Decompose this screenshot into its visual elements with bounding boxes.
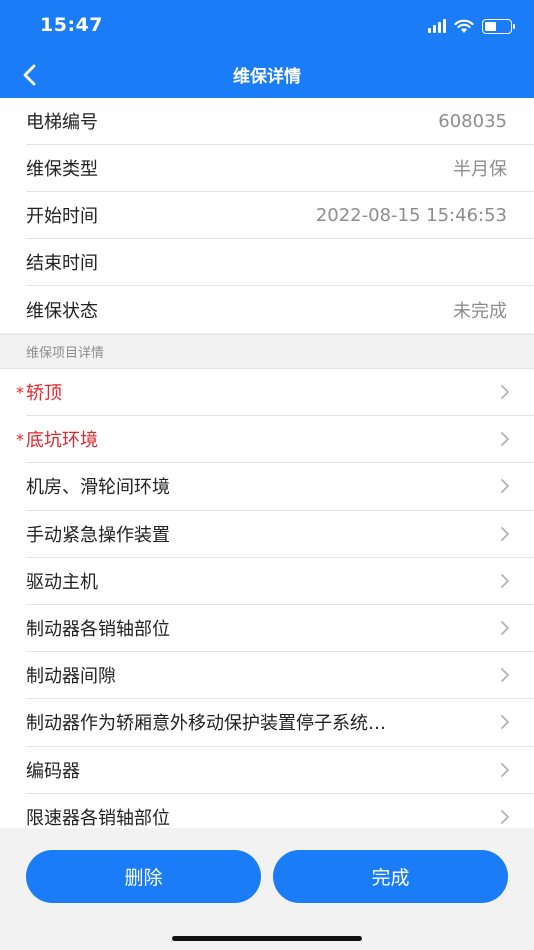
status-icons (428, 15, 515, 37)
chevron-right-icon (501, 809, 509, 824)
chevron-right-icon (501, 762, 509, 777)
section-title: 维保项目详情 (26, 346, 105, 361)
maintenance-item-label: 制动器各销轴部位 (26, 619, 170, 641)
info-label: 结束时间 (26, 253, 98, 274)
maintenance-item[interactable]: * 轿顶 (16, 369, 534, 417)
info-row-elevator-number: 电梯编号 608035 (26, 98, 534, 145)
info-row-start-time: 开始时间 2022-08-15 15:46:53 (26, 192, 534, 239)
chevron-right-icon (501, 479, 509, 494)
section-header: 维保项目详情 (0, 334, 534, 369)
maintenance-item[interactable]: 编码器 (26, 747, 534, 794)
maintenance-item[interactable]: 制动器作为轿厢意外移动保护装置停子系统… (26, 699, 534, 747)
maintenance-item-label: 限速器各销轴部位 (26, 807, 170, 828)
chevron-right-icon (501, 621, 509, 635)
info-row-maintenance-type: 维保类型 半月保 (26, 145, 534, 192)
finish-button[interactable]: 完成 (273, 850, 508, 903)
info-label: 开始时间 (26, 206, 98, 227)
chevron-right-icon (501, 715, 509, 730)
maintenance-item-label: 手动紧急操作装置 (26, 524, 170, 546)
required-asterisk: * (16, 383, 24, 402)
maintenance-item-label: 驱动主机 (26, 571, 98, 593)
elevator-info-list: 电梯编号 608035 维保类型 半月保 开始时间 2022-08-15 15:… (0, 98, 534, 333)
info-row-status: 维保状态 未完成 (26, 286, 534, 333)
delete-button[interactable]: 删除 (26, 850, 261, 903)
info-label: 维保状态 (26, 300, 98, 322)
info-value: 未完成 (453, 300, 507, 322)
maintenance-item-label: 制动器作为轿厢意外移动保护装置停子系统… (26, 713, 386, 735)
battery-icon (482, 18, 515, 34)
maintenance-item-label: 轿顶 (26, 383, 62, 405)
maintenance-item[interactable]: 制动器各销轴部位 (26, 605, 534, 653)
wifi-icon (454, 19, 474, 33)
maintenance-item[interactable]: 机房、滑轮间环境 (26, 463, 534, 511)
maintenance-item[interactable]: 制动器间隙 (26, 652, 534, 700)
maintenance-item-label: 机房、滑轮间环境 (26, 477, 170, 499)
chevron-right-icon (501, 573, 509, 588)
maintenance-item-label: 制动器间隙 (26, 666, 116, 688)
chevron-right-icon (501, 526, 509, 541)
required-asterisk: * (16, 430, 24, 450)
info-value: 608035 (438, 110, 507, 132)
maintenance-item[interactable]: 驱动主机 (26, 558, 534, 605)
maintenance-item[interactable]: 限速器各销轴部位 (26, 794, 534, 828)
info-label: 维保类型 (26, 159, 98, 180)
info-label: 电梯编号 (26, 112, 98, 133)
chevron-right-icon (501, 432, 509, 447)
home-indicator (172, 936, 362, 941)
info-value: 半月保 (453, 159, 507, 180)
battery-fill (485, 21, 496, 31)
app-header: 15:47 维保详情 (0, 0, 534, 98)
status-time: 15:47 (40, 14, 103, 36)
chevron-right-icon (501, 385, 509, 399)
maintenance-item-label: 编码器 (26, 760, 80, 782)
maintenance-item[interactable]: 手动紧急操作装置 (26, 511, 534, 558)
cellular-signal-icon (428, 19, 446, 33)
maintenance-items-list: * 轿顶 * 底坑环境 机房、滑轮间环境 手动紧急操作装置 驱动主机 制动器各销轴部位 制动器间… (0, 369, 534, 828)
bottom-action-bar: 删除 完成 (0, 828, 534, 950)
chevron-right-icon (501, 668, 509, 683)
maintenance-item-label: 底坑环境 (26, 430, 98, 452)
maintenance-item[interactable]: * 底坑环境 (16, 416, 534, 464)
info-value: 2022-08-15 15:46:53 (315, 204, 507, 226)
info-row-end-time: 结束时间 (26, 239, 534, 286)
page-title: 维保详情 (233, 67, 301, 87)
